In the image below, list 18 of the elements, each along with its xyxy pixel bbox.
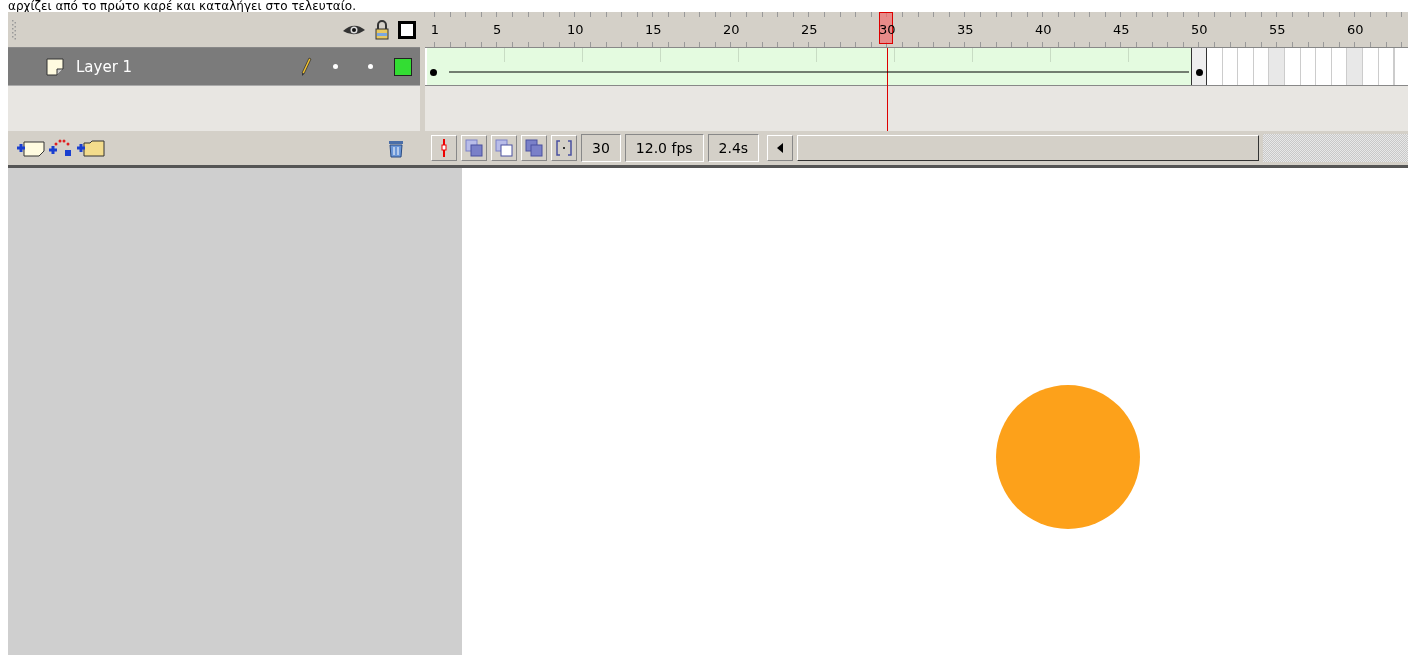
frame-number: 40 — [1034, 22, 1052, 37]
frame-number: 55 — [1268, 22, 1286, 37]
frame-number: 25 — [800, 22, 818, 37]
layer-name: Layer 1 — [76, 57, 133, 76]
frame-number: 20 — [722, 22, 740, 37]
layer-row[interactable]: Layer 1 — [8, 48, 420, 86]
frame-number: 15 — [644, 22, 662, 37]
current-frame-field: 30 — [581, 134, 621, 162]
frame-rate-field[interactable]: 12.0 fps — [624, 134, 704, 162]
frame-number: 10 — [566, 22, 584, 37]
frame-number: 1 — [430, 22, 439, 37]
frame-number: 50 — [1190, 22, 1208, 37]
elapsed-time-field: 2.4s — [707, 134, 760, 162]
caption-text: αρχίζει από το πρώτο καρέ και καταλήγει στο τελευταίο. — [7, 0, 357, 12]
frame-number: 60 — [1346, 22, 1364, 37]
frame-number: 5 — [493, 22, 502, 37]
frame-number: 45 — [1112, 22, 1130, 37]
frame-number: 35 — [956, 22, 974, 37]
